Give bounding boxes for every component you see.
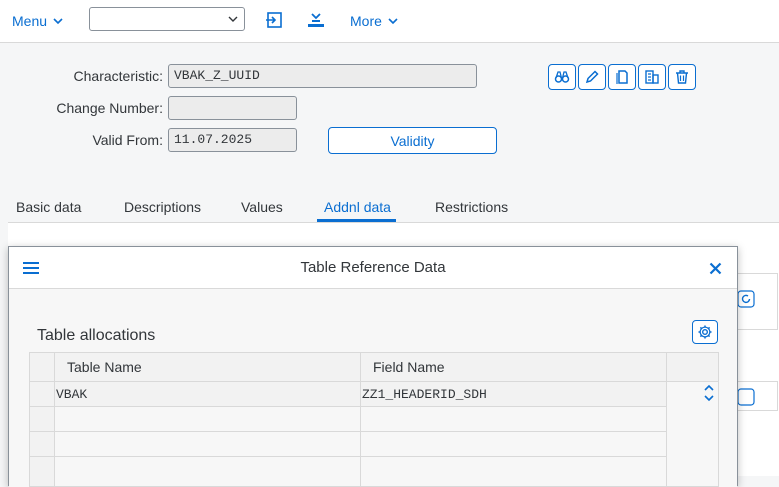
display-icon: [554, 71, 570, 83]
create-icon: [645, 70, 659, 84]
tab-restrictions[interactable]: Restrictions: [435, 199, 508, 215]
table-settings-button[interactable]: [692, 320, 718, 344]
table-name-cell[interactable]: [55, 407, 361, 432]
change-number-field[interactable]: [168, 96, 297, 120]
table-name-cell[interactable]: [55, 432, 361, 457]
scroll-down-icon[interactable]: [704, 394, 714, 402]
toolbar-dropdown[interactable]: [89, 7, 245, 31]
valid-from-field[interactable]: 11.07.2025: [168, 128, 297, 152]
refresh-icon[interactable]: [737, 290, 755, 308]
row-selector-header[interactable]: [29, 352, 55, 382]
dialog-header: Table Reference Data: [9, 247, 737, 289]
background-button-icon[interactable]: [737, 388, 755, 406]
field-name-cell[interactable]: [361, 432, 667, 457]
section-title: Table allocations: [37, 327, 156, 344]
top-toolbar: Menu More: [0, 0, 779, 43]
menu-label: Menu: [12, 13, 48, 29]
delete-button[interactable]: [668, 64, 696, 90]
field-name-cell[interactable]: [361, 457, 667, 487]
gear-icon: [698, 325, 712, 339]
vertical-scrollbar[interactable]: [667, 382, 719, 487]
more-label: More: [350, 13, 382, 29]
table-name-cell[interactable]: [55, 457, 361, 487]
tab-basic-data[interactable]: Basic data: [16, 199, 81, 215]
chevron-down-icon: [228, 16, 238, 22]
chevron-down-icon: [388, 18, 398, 25]
dialog-body: Table allocations Table Name Field Name …: [9, 289, 737, 487]
create-button[interactable]: [638, 64, 666, 90]
tab-descriptions[interactable]: Descriptions: [124, 199, 201, 215]
table-reference-dialog: Table Reference Data Table allocations T…: [8, 246, 738, 487]
row-selector[interactable]: [29, 432, 55, 457]
table-allocations: Table Name Field Name VBAK ZZ1_HEADERID_…: [29, 352, 719, 487]
menu-button[interactable]: Menu: [12, 10, 63, 32]
change-number-label: Change Number:: [56, 100, 163, 116]
table-name-cell[interactable]: VBAK: [55, 382, 361, 407]
enter-icon[interactable]: [264, 10, 284, 30]
delete-icon: [676, 70, 688, 84]
edit-icon: [585, 70, 599, 84]
tab-addnl-data[interactable]: Addnl data: [324, 199, 391, 215]
row-selector[interactable]: [29, 382, 55, 407]
chevron-down-icon: [53, 18, 63, 25]
characteristic-field[interactable]: VBAK_Z_UUID: [168, 64, 477, 88]
edit-button[interactable]: [578, 64, 606, 90]
row-selector[interactable]: [29, 407, 55, 432]
column-header-table-name[interactable]: Table Name: [55, 352, 361, 382]
collapse-icon[interactable]: [306, 10, 326, 30]
field-name-cell[interactable]: [361, 407, 667, 432]
dialog-title: Table Reference Data: [300, 259, 446, 276]
row-selector[interactable]: [29, 457, 55, 487]
tab-values[interactable]: Values: [241, 199, 283, 215]
copy-button[interactable]: [608, 64, 636, 90]
valid-from-label: Valid From:: [92, 132, 163, 148]
characteristic-label: Characteristic:: [73, 68, 163, 84]
validity-button[interactable]: Validity: [328, 127, 497, 154]
more-button[interactable]: More: [350, 10, 398, 32]
scroll-up-icon[interactable]: [704, 384, 714, 392]
column-header-spacer: [667, 352, 719, 382]
close-icon[interactable]: [709, 262, 722, 275]
display-button[interactable]: [548, 64, 576, 90]
copy-icon: [616, 70, 628, 84]
column-header-field-name[interactable]: Field Name: [361, 352, 667, 382]
field-name-cell[interactable]: ZZ1_HEADERID_SDH: [361, 382, 667, 407]
